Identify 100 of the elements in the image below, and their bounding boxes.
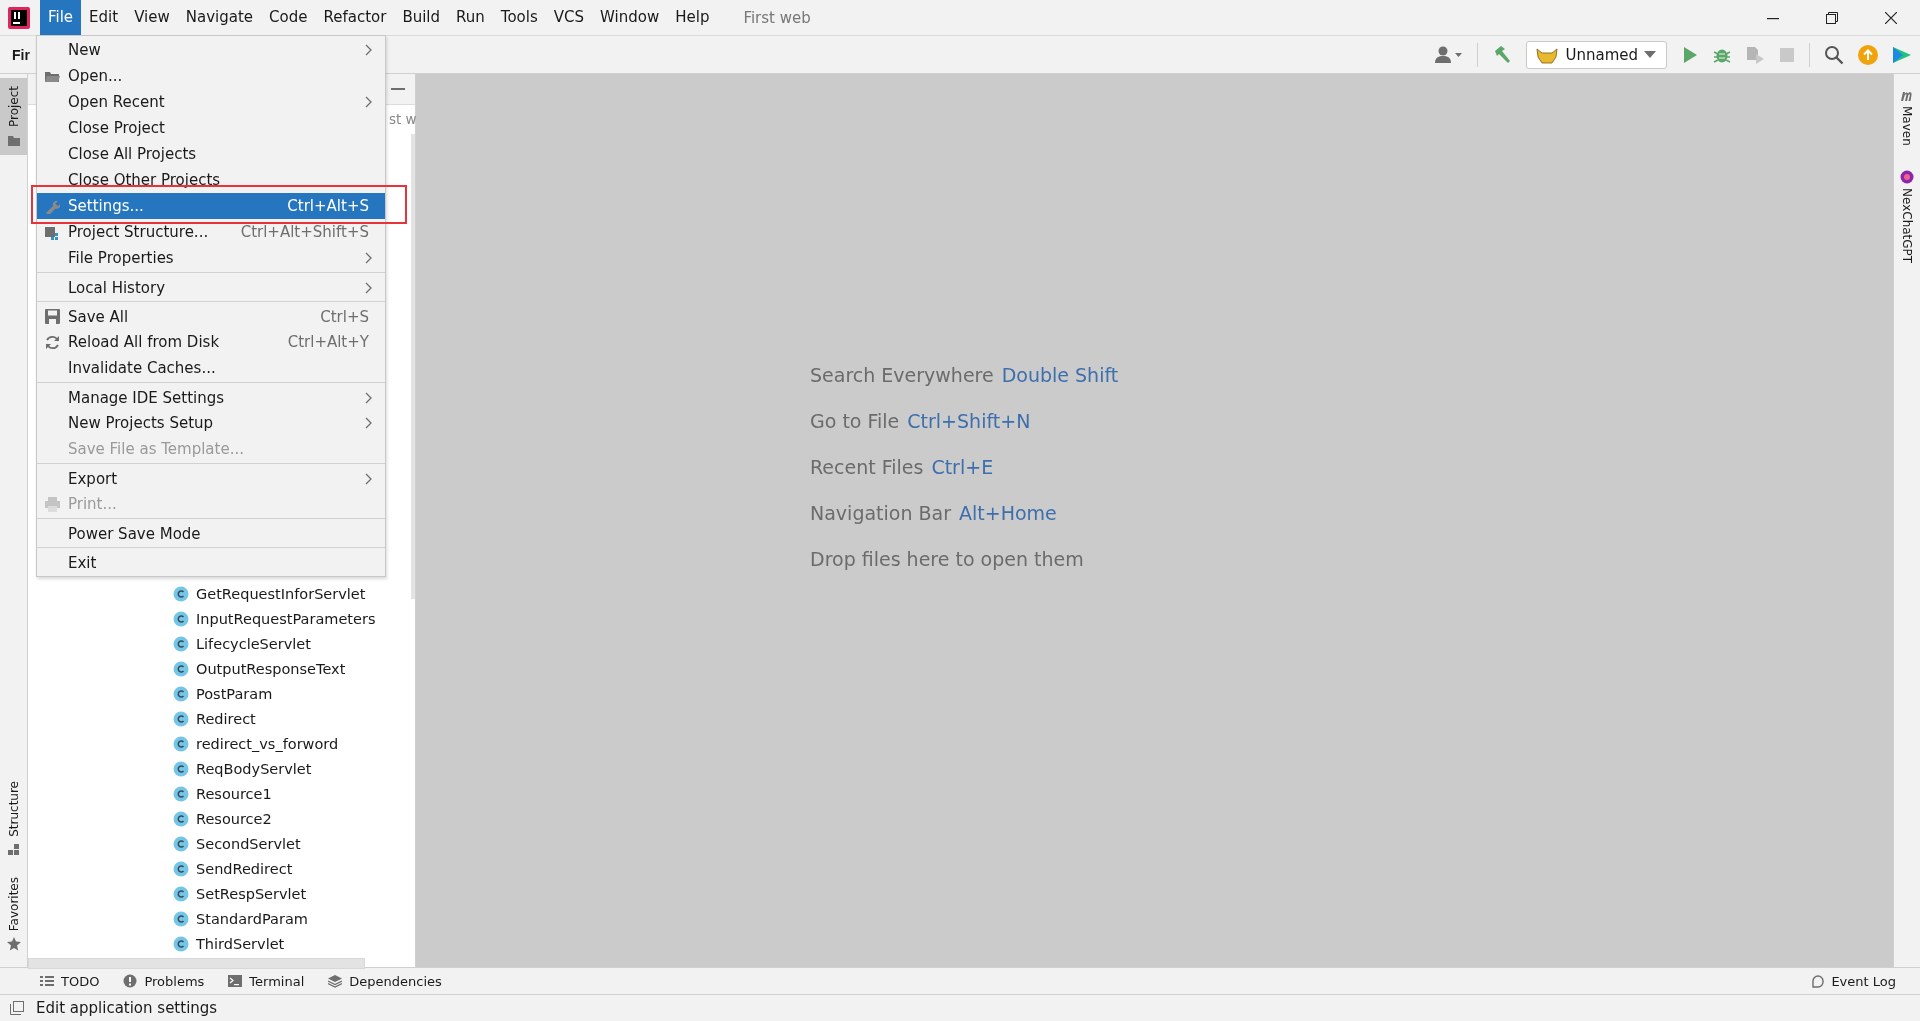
menu-item[interactable]: Refactor — [315, 0, 395, 35]
shortcut-text: Ctrl+Shift+N — [907, 410, 1031, 432]
chevron-right-icon — [365, 44, 373, 56]
star-icon — [6, 937, 21, 951]
tool-window-tab[interactable]: TODO — [40, 973, 100, 989]
tree-item[interactable]: StandardParam — [196, 910, 308, 927]
folder-icon — [6, 133, 21, 148]
tree-item[interactable]: InputRequestParameters — [196, 610, 376, 627]
search-icon[interactable] — [1824, 44, 1844, 65]
refresh-icon — [45, 334, 60, 350]
menu-item[interactable]: New Projects Setup — [37, 410, 385, 436]
exclamation-icon — [123, 974, 138, 988]
tool-window-tab[interactable]: Dependencies — [328, 973, 442, 989]
project-title: Fir — [12, 46, 30, 63]
hint-text: Navigation Bar — [810, 502, 951, 524]
tree-item[interactable]: Resource1 — [196, 785, 272, 802]
chevron-right-icon — [365, 252, 373, 264]
class-icon — [173, 585, 189, 602]
tree-item[interactable]: LifecycleServlet — [196, 635, 311, 652]
class-icon — [173, 610, 189, 627]
tree-item[interactable]: ReqBodyServlet — [196, 760, 312, 777]
menu-item[interactable]: Open Recent — [37, 89, 385, 115]
restore-icon[interactable] — [1826, 11, 1838, 24]
menu-item[interactable]: Reload All from Disk Ctrl+Alt+Y — [37, 329, 385, 355]
menu-item[interactable]: Tools — [492, 0, 546, 35]
tool-window-tab[interactable]: Maven — [1900, 88, 1914, 146]
class-icon — [173, 660, 189, 677]
event-log-tab[interactable]: Event Log — [1810, 973, 1896, 989]
coverage-icon[interactable] — [1745, 44, 1765, 65]
hammer-icon[interactable] — [1492, 44, 1513, 65]
dropdown-caret-icon — [1644, 50, 1656, 59]
scrollbar[interactable] — [411, 134, 415, 599]
class-icon — [173, 735, 189, 752]
class-icon — [173, 810, 189, 827]
menu-item[interactable]: Window — [592, 0, 668, 35]
tool-window-tab[interactable]: Structure — [0, 772, 27, 865]
tree-item[interactable]: Redirect — [196, 710, 256, 727]
menu-item[interactable]: View — [126, 0, 178, 35]
hint-text: Recent Files — [810, 456, 924, 478]
class-icon — [173, 910, 189, 927]
tree-item[interactable]: SecondServlet — [196, 835, 301, 852]
close-icon[interactable] — [1885, 11, 1897, 24]
menu-item[interactable]: Build — [394, 0, 449, 35]
window-icon[interactable] — [10, 1001, 24, 1015]
chevron-right-icon — [365, 472, 373, 485]
shortcut-text: Alt+Home — [959, 502, 1057, 524]
run-configuration-dropdown[interactable]: Unnamed — [1526, 40, 1667, 69]
class-icon — [173, 860, 189, 877]
tool-window-tab[interactable]: NexChatGPT — [1900, 169, 1914, 263]
menu-item[interactable]: Invalidate Caches... — [37, 355, 385, 381]
class-icon — [173, 835, 189, 852]
menu-item[interactable]: New — [37, 37, 385, 63]
tree-item[interactable]: redirect_vs_forword — [196, 735, 339, 752]
tree-item[interactable]: SendRedirect — [196, 860, 293, 877]
menu-item[interactable]: VCS — [545, 0, 593, 35]
update-icon[interactable] — [1858, 44, 1878, 65]
menu-item[interactable]: Run — [448, 0, 493, 35]
menu-item[interactable]: Close Other Projects — [37, 167, 385, 193]
plugin-logo-icon[interactable] — [1892, 44, 1912, 65]
tool-window-tab[interactable]: Terminal — [228, 973, 305, 989]
class-icon — [173, 760, 189, 777]
menu-item[interactable]: Code — [261, 0, 316, 35]
tool-window-tab[interactable]: Problems — [123, 973, 205, 989]
chevron-right-icon — [365, 281, 373, 294]
printer-icon — [45, 496, 60, 512]
menu-item[interactable]: File — [40, 0, 82, 35]
menu-item[interactable]: File Properties — [37, 245, 385, 271]
menu-item[interactable]: Help — [667, 0, 718, 35]
chat-logo-icon — [1900, 169, 1914, 184]
menu-item[interactable]: Open... — [37, 63, 385, 89]
shortcut-text: Double Shift — [1001, 364, 1119, 386]
structure-icon — [6, 842, 21, 857]
class-icon — [173, 885, 189, 902]
tree-item[interactable]: st w — [389, 111, 417, 127]
tree-item[interactable]: PostParam — [196, 685, 273, 702]
tree-item[interactable]: GetRequestInforServlet — [196, 585, 366, 602]
menu-item[interactable]: Project Structure... Ctrl+Alt+Shift+S — [37, 219, 385, 245]
scrollbar[interactable] — [28, 958, 365, 969]
status-text: Edit application settings — [36, 999, 218, 1017]
window-title: First web — [743, 8, 811, 27]
run-icon[interactable] — [1681, 45, 1699, 64]
hint-text: Drop files here to open them — [810, 548, 1084, 570]
tree-item[interactable]: ThirdServlet — [196, 935, 285, 952]
user-icon[interactable] — [1433, 44, 1464, 65]
tool-window-tab[interactable]: Favorites — [0, 868, 27, 959]
menu-item[interactable]: Close All Projects — [37, 141, 385, 167]
class-icon — [173, 710, 189, 727]
tree-item[interactable]: OutputResponseText — [196, 660, 346, 677]
wrench-icon — [45, 198, 60, 214]
chevron-right-icon — [365, 391, 373, 404]
tree-item[interactable]: SetRespServlet — [196, 885, 307, 902]
menu-item[interactable]: Edit — [81, 0, 127, 35]
shortcut-text: Ctrl+E — [931, 456, 994, 478]
class-icon — [173, 935, 189, 952]
tool-window-tab[interactable]: Project — [0, 78, 27, 156]
menu-item[interactable]: Settings... Ctrl+Alt+S — [37, 193, 385, 219]
tree-item[interactable]: Resource2 — [196, 810, 272, 827]
menu-item[interactable]: Close Project — [37, 115, 385, 141]
menu-item[interactable]: Navigate — [177, 0, 262, 35]
class-icon — [173, 635, 189, 652]
